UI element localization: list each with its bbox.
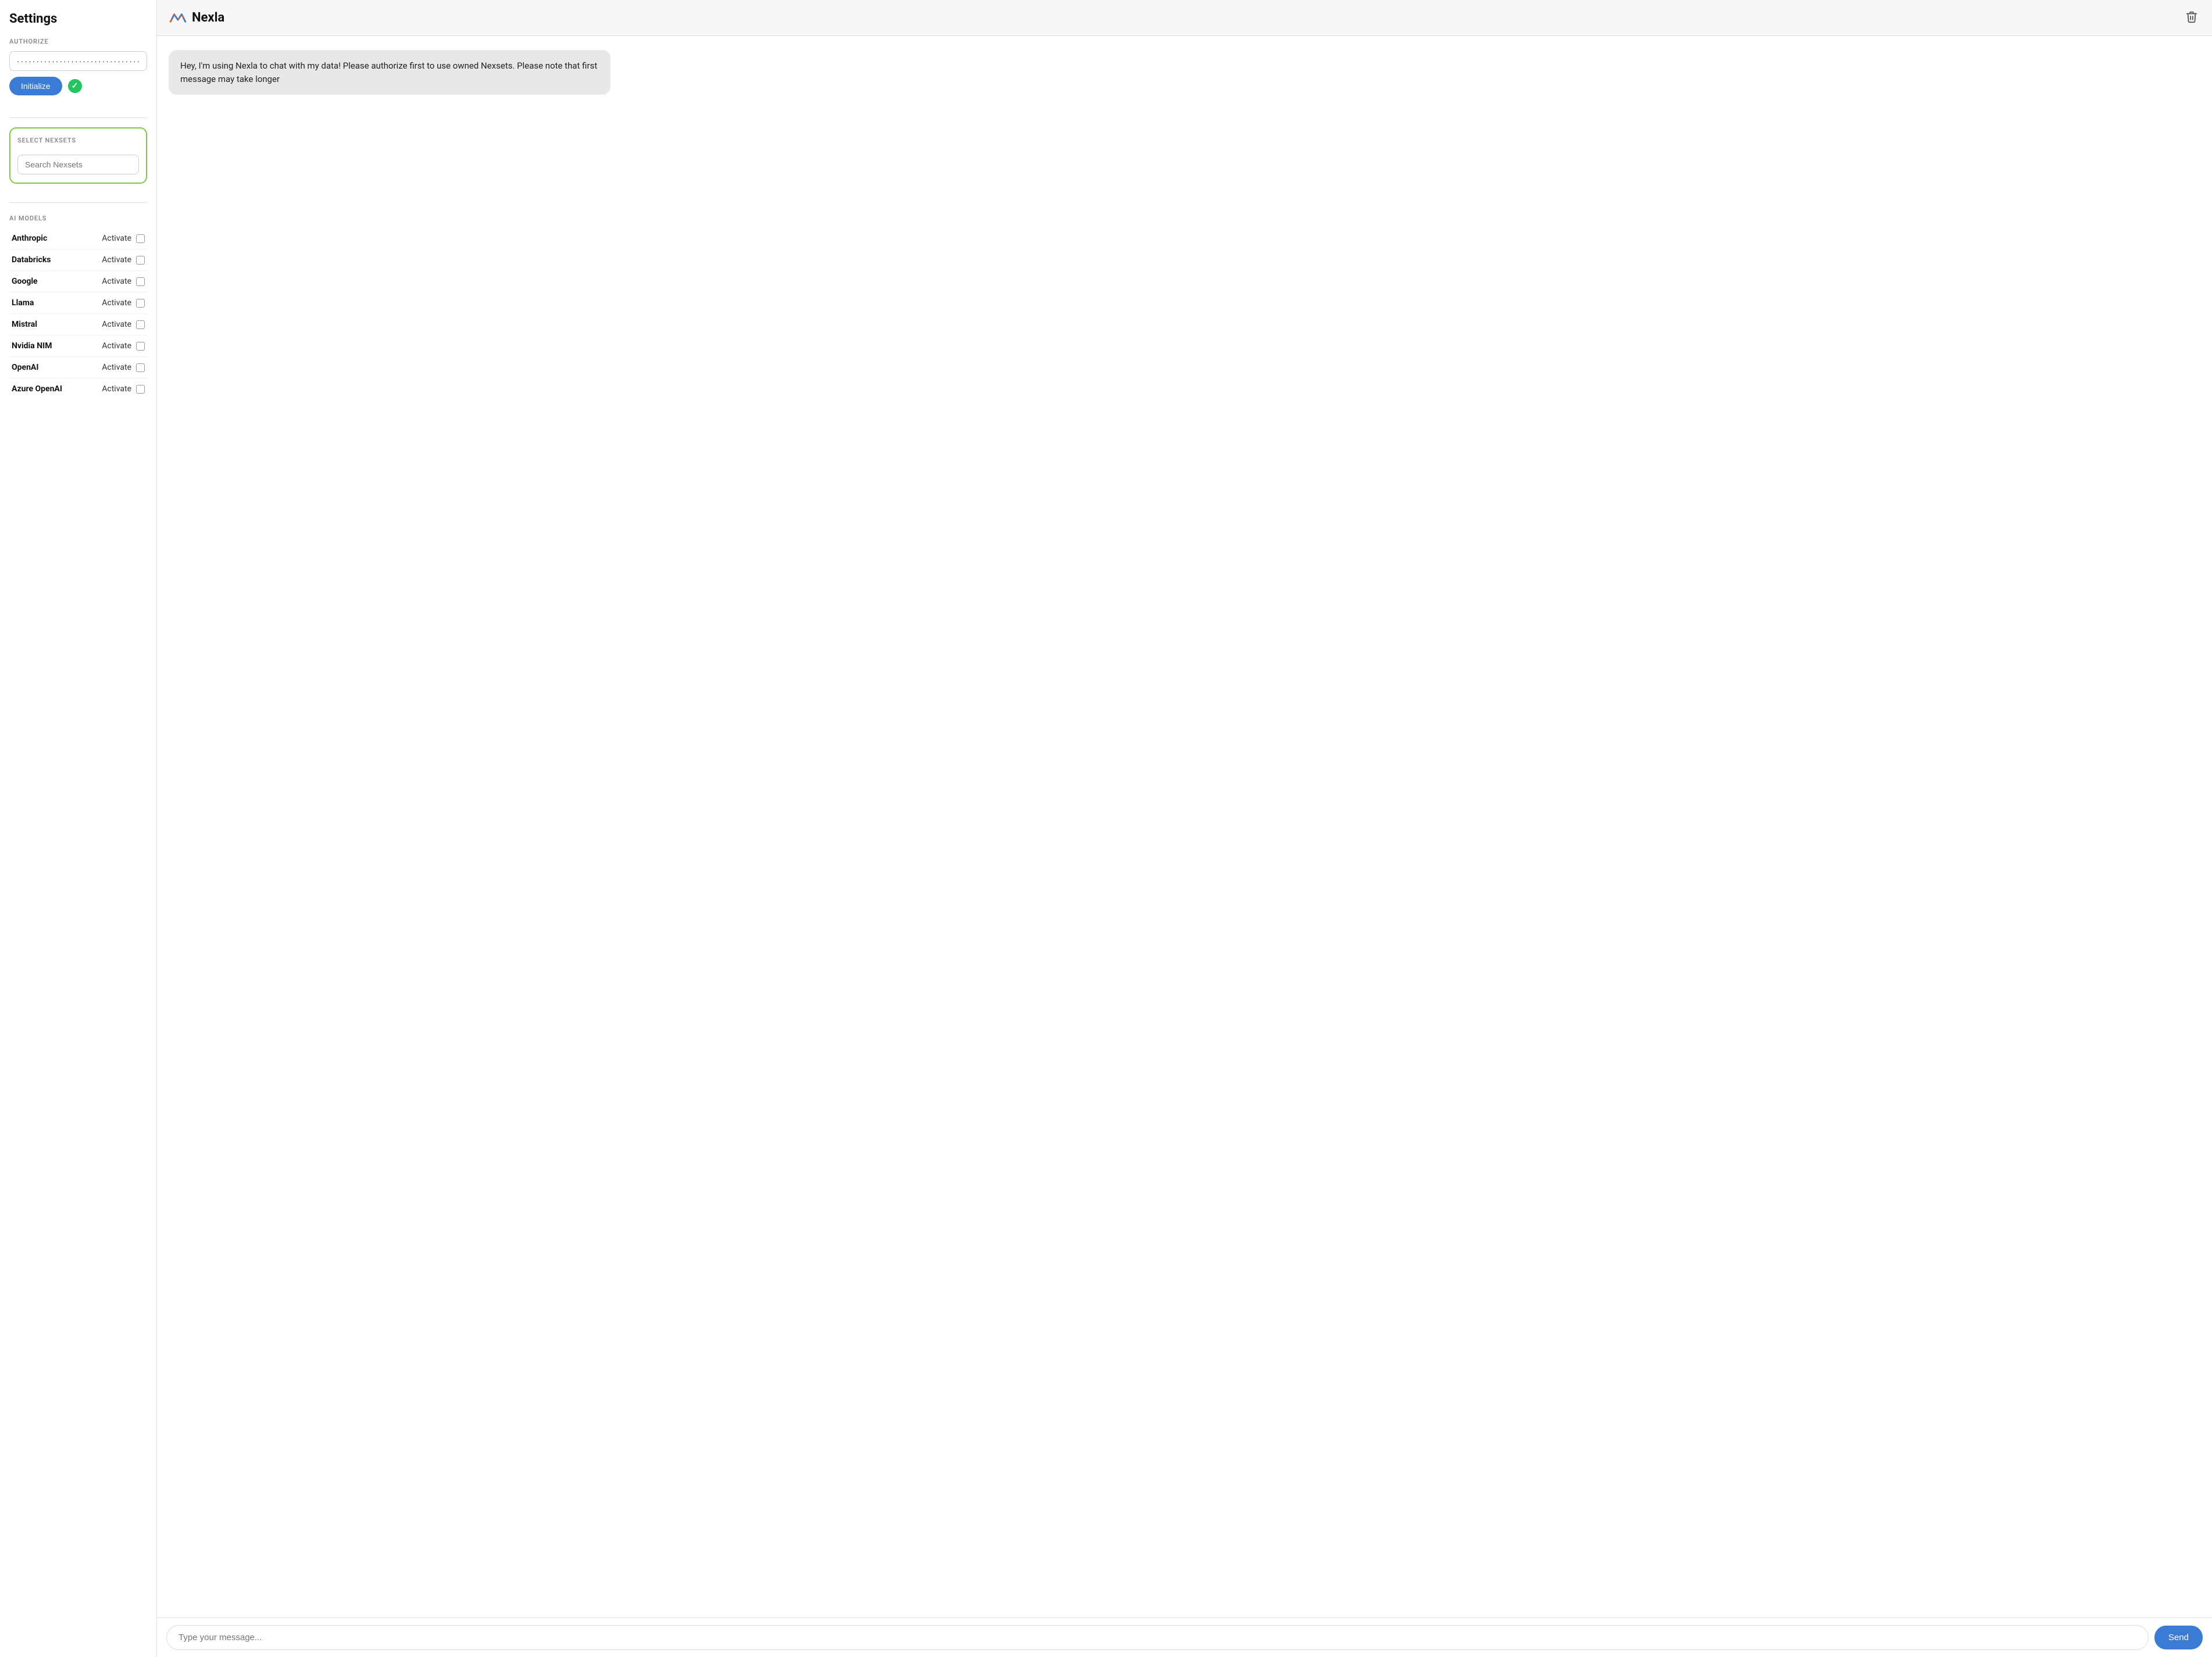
divider-1: [9, 117, 147, 118]
model-row-llama: Llama Activate: [9, 292, 147, 314]
activate-label-nvidia-nim: Activate: [102, 341, 131, 351]
model-name-anthropic: Anthropic: [12, 234, 47, 243]
divider-2: [9, 202, 147, 203]
activate-label-google: Activate: [102, 277, 131, 286]
logo-name: Nexla: [192, 10, 224, 25]
model-name-databricks: Databricks: [12, 255, 51, 265]
model-name-mistral: Mistral: [12, 320, 37, 329]
activate-checkbox-llama[interactable]: [136, 299, 145, 308]
model-row-databricks: Databricks Activate: [9, 249, 147, 271]
model-name-google: Google: [12, 277, 38, 286]
select-nexsets-label: SELECT NEXSETS: [17, 137, 139, 144]
model-row-google: Google Activate: [9, 271, 147, 292]
model-row-nvidia-nim: Nvidia NIM Activate: [9, 335, 147, 357]
chat-input-area: Send: [157, 1617, 2212, 1657]
activate-row-mistral: Activate: [102, 320, 145, 329]
settings-title: Settings: [9, 12, 147, 26]
logo-area: Nexla: [169, 9, 224, 27]
welcome-message-bubble: Hey, I'm using Nexla to chat with my dat…: [169, 50, 611, 95]
activate-label-databricks: Activate: [102, 255, 131, 265]
authorize-label: AUTHORIZE: [9, 38, 147, 45]
activate-checkbox-azure-openai[interactable]: [136, 385, 145, 394]
activate-row-llama: Activate: [102, 298, 145, 308]
model-name-openai: OpenAI: [12, 363, 38, 372]
model-name-nvidia-nim: Nvidia NIM: [12, 341, 52, 351]
model-row-mistral: Mistral Activate: [9, 314, 147, 335]
api-key-input[interactable]: [9, 51, 147, 71]
activate-checkbox-databricks[interactable]: [136, 256, 145, 265]
model-row-anthropic: Anthropic Activate: [9, 228, 147, 249]
message-input[interactable]: [166, 1625, 2149, 1650]
select-nexsets-section: SELECT NEXSETS: [9, 127, 147, 184]
model-row-openai: OpenAI Activate: [9, 357, 147, 378]
activate-row-nvidia-nim: Activate: [102, 341, 145, 351]
authorize-section: AUTHORIZE Initialize ✓: [9, 38, 147, 98]
activate-checkbox-anthropic[interactable]: [136, 234, 145, 243]
initialize-button[interactable]: Initialize: [9, 77, 62, 95]
initialize-row: Initialize ✓: [9, 77, 147, 95]
activate-checkbox-mistral[interactable]: [136, 320, 145, 329]
activate-row-google: Activate: [102, 277, 145, 286]
welcome-message-text: Hey, I'm using Nexla to chat with my dat…: [180, 60, 597, 84]
ai-models-label: AI MODELS: [9, 215, 147, 222]
nexsets-search-input[interactable]: [17, 155, 139, 174]
sidebar: Settings AUTHORIZE Initialize ✓ SELECT N…: [0, 0, 157, 1657]
activate-checkbox-openai[interactable]: [136, 363, 145, 372]
send-button[interactable]: Send: [2154, 1626, 2203, 1649]
activate-checkbox-nvidia-nim[interactable]: [136, 342, 145, 351]
ai-models-section: AI MODELS Anthropic Activate Databricks …: [9, 215, 147, 399]
activate-label-openai: Activate: [102, 363, 131, 372]
activate-row-azure-openai: Activate: [102, 384, 145, 394]
success-check-icon: ✓: [68, 79, 82, 93]
chat-messages: Hey, I'm using Nexla to chat with my dat…: [157, 36, 2212, 1617]
activate-row-anthropic: Activate: [102, 234, 145, 243]
main-chat-area: Nexla Hey, I'm using Nexla to chat with …: [157, 0, 2212, 1657]
activate-row-databricks: Activate: [102, 255, 145, 265]
activate-label-azure-openai: Activate: [102, 384, 131, 394]
chat-header: Nexla: [157, 0, 2212, 36]
model-name-azure-openai: Azure OpenAI: [12, 384, 62, 394]
activate-label-llama: Activate: [102, 298, 131, 308]
nexla-logo-icon: [169, 9, 187, 27]
activate-row-openai: Activate: [102, 363, 145, 372]
activate-label-anthropic: Activate: [102, 234, 131, 243]
model-row-azure-openai: Azure OpenAI Activate: [9, 378, 147, 399]
activate-checkbox-google[interactable]: [136, 277, 145, 286]
trash-icon: [2185, 10, 2198, 23]
activate-label-mistral: Activate: [102, 320, 131, 329]
model-name-llama: Llama: [12, 298, 34, 308]
trash-button[interactable]: [2183, 8, 2200, 27]
